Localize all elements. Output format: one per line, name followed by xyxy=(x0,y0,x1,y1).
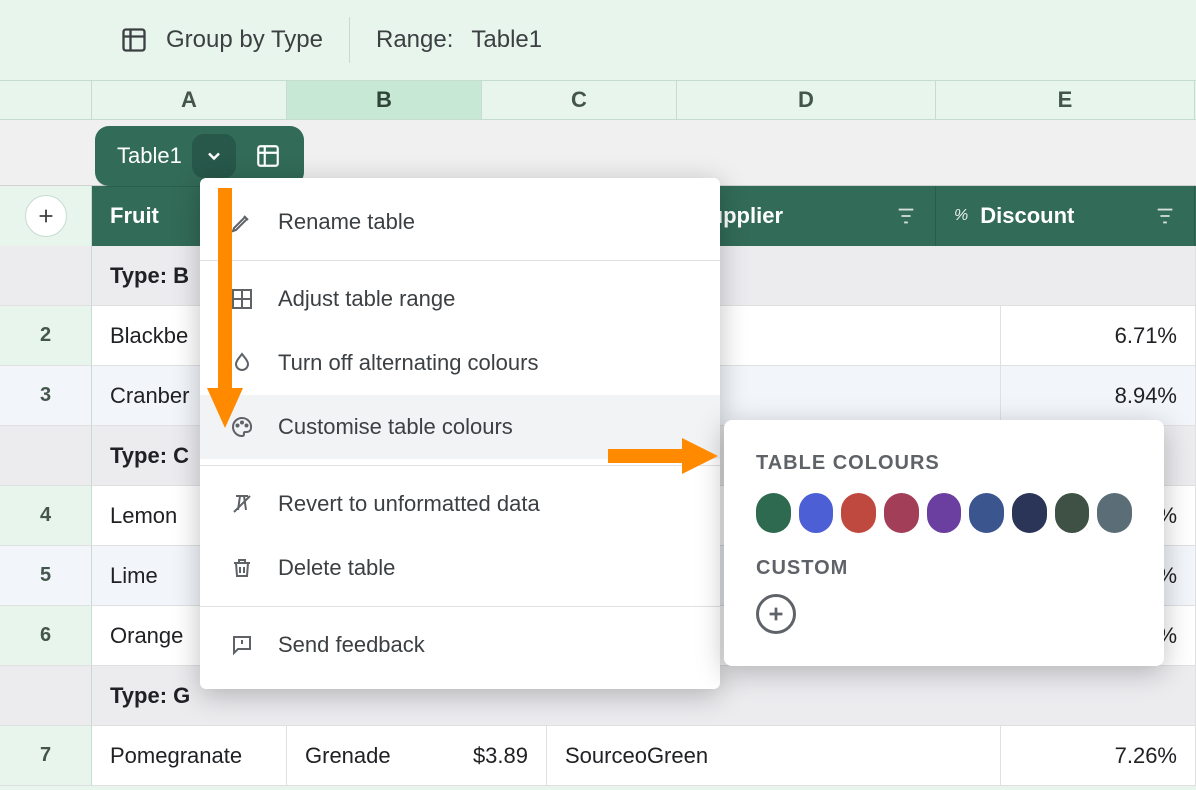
menu-label: Turn off alternating colours xyxy=(278,350,538,376)
cell-brand[interactable]: Grenade $3.89 xyxy=(287,726,547,786)
cell-discount[interactable]: 8.94% xyxy=(1001,366,1196,426)
range-label: Range: xyxy=(376,26,453,54)
chevron-down-icon[interactable] xyxy=(192,134,236,178)
toolbar: Group by Type Range: Table1 xyxy=(0,0,1196,80)
cell-fruit[interactable]: Pomegranate xyxy=(92,726,287,786)
table-chip[interactable]: Table1 xyxy=(95,126,304,186)
menu-adjust-range[interactable]: Adjust table range xyxy=(200,267,720,331)
colour-swatch[interactable] xyxy=(969,493,1004,533)
toolbar-divider xyxy=(349,17,350,63)
menu-label: Delete table xyxy=(278,555,395,581)
menu-label: Rename table xyxy=(278,209,415,235)
menu-label: Adjust table range xyxy=(278,286,455,312)
row-number[interactable]: 4 xyxy=(0,486,92,546)
colour-swatch[interactable] xyxy=(1012,493,1047,533)
row-number[interactable]: 5 xyxy=(0,546,92,606)
filter-icon[interactable] xyxy=(1154,205,1176,227)
palette-icon xyxy=(228,413,256,441)
colour-swatch[interactable] xyxy=(841,493,876,533)
col-header-D[interactable]: D xyxy=(677,81,936,119)
cell-discount[interactable]: 6.71% xyxy=(1001,306,1196,366)
colour-swatch[interactable] xyxy=(927,493,962,533)
row-number[interactable] xyxy=(0,426,92,486)
menu-separator xyxy=(200,260,720,261)
table-icon xyxy=(120,26,148,54)
row-number[interactable] xyxy=(0,666,92,726)
colour-swatch[interactable] xyxy=(1055,493,1090,533)
menu-separator xyxy=(200,465,720,466)
trash-icon xyxy=(228,554,256,582)
cell-discount[interactable]: 7.26% xyxy=(1001,726,1196,786)
menu-rename-table[interactable]: Rename table xyxy=(200,190,720,254)
row-number[interactable]: 3 xyxy=(0,366,92,426)
menu-label: Customise table colours xyxy=(278,414,513,440)
col-header-E[interactable]: E xyxy=(936,81,1195,119)
corner-cell[interactable] xyxy=(0,81,92,119)
header-discount[interactable]: % Discount xyxy=(936,186,1195,246)
col-header-A[interactable]: A xyxy=(92,81,287,119)
add-row-button-cell xyxy=(0,186,92,246)
popover-title: TABLE COLOURS xyxy=(756,452,1132,475)
colour-popover: TABLE COLOURS CUSTOM xyxy=(724,420,1164,666)
header-supplier-label: Supplier xyxy=(695,203,883,229)
add-custom-colour[interactable] xyxy=(756,594,796,634)
feedback-icon xyxy=(228,631,256,659)
popover-subtitle: CUSTOM xyxy=(756,557,1132,580)
row-number[interactable]: 7 xyxy=(0,726,92,786)
cell-supplier[interactable]: SourceoGreen xyxy=(547,726,1001,786)
table-menu: Rename table Adjust table range Turn off… xyxy=(200,178,720,689)
range-chip[interactable]: Range: Table1 xyxy=(376,26,542,54)
menu-label: Send feedback xyxy=(278,632,425,658)
colour-swatch[interactable] xyxy=(884,493,919,533)
menu-delete-table[interactable]: Delete table xyxy=(200,536,720,600)
group-by-chip[interactable]: Group by Type xyxy=(120,26,323,54)
add-row-button[interactable] xyxy=(25,195,67,237)
filter-icon[interactable] xyxy=(895,205,917,227)
menu-send-feedback[interactable]: Send feedback xyxy=(200,613,720,677)
grid-icon xyxy=(228,285,256,313)
row-number[interactable]: 2 xyxy=(0,306,92,366)
table-view-icon[interactable] xyxy=(246,134,290,178)
column-headers: A B C D E xyxy=(0,80,1196,120)
col-header-B[interactable]: B xyxy=(287,81,482,119)
drop-icon xyxy=(228,349,256,377)
menu-alternating-colours[interactable]: Turn off alternating colours xyxy=(200,331,720,395)
swatch-row xyxy=(756,493,1132,533)
range-value: Table1 xyxy=(471,26,542,54)
header-discount-label: Discount xyxy=(980,203,1142,229)
percent-icon: % xyxy=(954,207,968,225)
menu-separator xyxy=(200,606,720,607)
pencil-icon xyxy=(228,208,256,236)
menu-label: Revert to unformatted data xyxy=(278,491,540,517)
row-number[interactable]: 6 xyxy=(0,606,92,666)
group-by-label: Group by Type xyxy=(166,26,323,54)
col-header-C[interactable]: C xyxy=(482,81,677,119)
menu-revert[interactable]: Revert to unformatted data xyxy=(200,472,720,536)
colour-swatch[interactable] xyxy=(1097,493,1132,533)
colour-swatch[interactable] xyxy=(756,493,791,533)
table-chip-label: Table1 xyxy=(117,143,182,169)
clear-format-icon xyxy=(228,490,256,518)
menu-customise-colours[interactable]: Customise table colours xyxy=(200,395,720,459)
colour-swatch[interactable] xyxy=(799,493,834,533)
row-number[interactable] xyxy=(0,246,92,306)
